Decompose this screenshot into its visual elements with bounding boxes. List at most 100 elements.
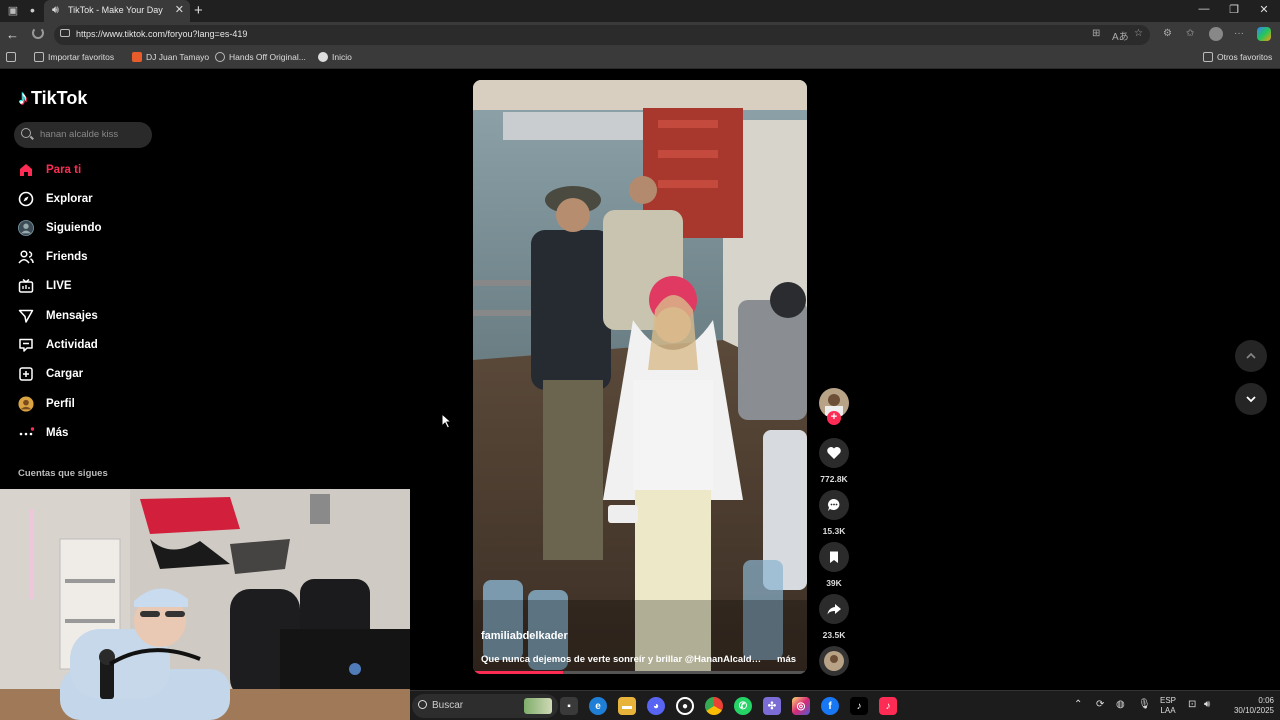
whatsapp-icon[interactable]: ✆ <box>734 697 752 715</box>
nav-live[interactable]: LIVE <box>18 276 72 296</box>
fav-dj-juan[interactable]: DJ Juan Tamayo <box>132 52 209 62</box>
video-author[interactable]: familiabdelkader <box>481 630 568 642</box>
next-video-button[interactable] <box>1235 383 1267 415</box>
video-frame <box>473 80 807 674</box>
language-indicator[interactable]: ESP LAA <box>1159 696 1177 716</box>
tool-app-icon[interactable]: ✣ <box>763 697 781 715</box>
fav-label: Importar favoritos <box>48 52 115 62</box>
tiktok-app-icon[interactable]: ♪ <box>850 697 868 715</box>
fav-label: Hands Off Original... <box>229 52 306 62</box>
sound-disc[interactable] <box>819 646 849 676</box>
following-accounts-header: Cuentas que sigues <box>18 468 108 479</box>
restore-button[interactable]: ❐ <box>1222 3 1246 16</box>
extensions-icon[interactable]: ⚙ <box>1163 28 1172 39</box>
taskbar-search[interactable]: Buscar <box>412 694 558 718</box>
tab-title: TikTok - Make Your Day <box>68 5 163 15</box>
read-aloud-icon[interactable]: Aあ <box>1112 28 1129 43</box>
nav-explorar[interactable]: Explorar <box>18 189 93 209</box>
fav-label: Otros favoritos <box>1217 52 1273 62</box>
nav-label: Más <box>46 427 69 439</box>
import-icon <box>34 52 44 62</box>
globe-icon <box>215 52 225 62</box>
nav-actividad[interactable]: Actividad <box>18 335 98 355</box>
other-favorites[interactable]: Otros favoritos <box>1203 52 1272 62</box>
address-bar-row: ← https://www.tiktok.com/foryou?lang=es-… <box>0 22 1280 48</box>
edge-icon[interactable]: e <box>589 697 607 715</box>
nav-mas[interactable]: Más <box>18 423 68 443</box>
nav-cargar[interactable]: Cargar <box>18 364 83 384</box>
volume-icon[interactable]: 🔊︎ <box>1204 699 1210 710</box>
favorites-bar: Importar favoritos DJ Juan Tamayo Hands … <box>0 48 1280 69</box>
url-field[interactable]: https://www.tiktok.com/foryou?lang=es-41… <box>54 25 1150 45</box>
search-input[interactable]: hanan alcalde kiss <box>14 122 152 148</box>
discord-icon[interactable]: ◕ <box>647 697 665 715</box>
loading-spinner-icon[interactable] <box>32 27 44 39</box>
save-button[interactable] <box>819 542 849 572</box>
profile-avatar-icon <box>18 396 34 412</box>
messages-icon <box>18 308 34 324</box>
facebook-icon[interactable]: f <box>821 697 839 715</box>
app-available-icon[interactable]: ⊞ <box>1092 28 1100 39</box>
chevron-up-icon <box>1246 352 1256 359</box>
activity-icon <box>18 337 34 353</box>
nav-label: Cargar <box>46 368 84 380</box>
clock[interactable]: 0:06 30/10/2025 <box>1224 696 1274 716</box>
browser-tab[interactable]: 🔊︎ TikTok - Make Your Day ✕ <box>44 0 190 22</box>
previous-video-button[interactable] <box>1235 340 1267 372</box>
lock-icon[interactable] <box>60 29 70 37</box>
follow-button[interactable]: + <box>827 411 841 425</box>
tab-audio-icon[interactable]: 🔊︎ <box>52 4 59 17</box>
close-window-button[interactable]: ✕ <box>1252 3 1276 16</box>
more-menu-icon[interactable]: ··· <box>1234 28 1244 39</box>
network-icon[interactable]: ⊡ <box>1188 699 1196 710</box>
fav-label: DJ Juan Tamayo <box>146 52 210 62</box>
fav-hands-off[interactable]: Hands Off Original... <box>215 52 306 62</box>
share-button[interactable] <box>819 594 849 624</box>
profile-avatar-icon[interactable] <box>1209 27 1223 41</box>
minimize-button[interactable]: — <box>1192 3 1216 15</box>
share-count: 23.5K <box>822 630 846 640</box>
video-progress-fill <box>473 671 564 674</box>
microphone-icon[interactable]: 🎙︎ <box>1138 699 1151 710</box>
tray-extension-icon[interactable]: ◍ <box>1116 699 1125 710</box>
like-count: 772.8K <box>820 474 848 484</box>
nav-friends[interactable]: Friends <box>18 247 88 267</box>
friends-icon <box>18 249 34 265</box>
nav-siguiendo[interactable]: Siguiendo <box>18 218 102 238</box>
comment-icon <box>828 499 840 511</box>
chrome-icon[interactable] <box>705 697 723 715</box>
favorite-star-icon[interactable]: ☆ <box>1134 28 1143 39</box>
search-icon <box>21 128 31 138</box>
url-text: https://www.tiktok.com/foryou?lang=es-41… <box>76 29 248 39</box>
instagram-icon[interactable]: ◎ <box>792 697 810 715</box>
tab-actions-icon[interactable]: ▣ <box>6 4 20 18</box>
nav-mensajes[interactable]: Mensajes <box>18 306 98 326</box>
nav-para-ti[interactable]: Para ti <box>18 160 81 180</box>
caption-more-link[interactable]: más <box>777 654 796 665</box>
clock-date: 30/10/2025 <box>1233 706 1274 715</box>
new-tab-button[interactable]: + <box>194 2 203 19</box>
video-player[interactable]: familiabdelkader Que nunca dejemos de ve… <box>473 80 807 674</box>
fav-inicio[interactable]: Inicio <box>318 52 352 62</box>
task-view-icon[interactable]: ▪ <box>560 697 578 715</box>
comment-button[interactable] <box>819 490 849 520</box>
tab-close-icon[interactable]: ✕ <box>175 4 184 16</box>
copilot-icon[interactable] <box>1257 27 1271 41</box>
favorites-bar-toggle-icon[interactable] <box>6 52 16 62</box>
video-caption: Que nunca dejemos de verte sonreír y bri… <box>481 654 763 665</box>
video-progress-bar[interactable] <box>473 671 807 674</box>
fav-importar[interactable]: Importar favoritos <box>34 52 114 62</box>
fav-label: Inicio <box>332 52 352 62</box>
site-icon <box>132 52 142 62</box>
tray-app-icon[interactable]: ⟳ <box>1096 699 1104 710</box>
show-hidden-icons-icon[interactable]: ⌃ <box>1074 699 1082 710</box>
file-explorer-icon[interactable]: ▬ <box>618 697 636 715</box>
tiktok-studio-icon[interactable]: ♪ <box>879 697 897 715</box>
obs-icon[interactable]: ● <box>676 697 694 715</box>
brand-name: TikTok <box>31 88 88 108</box>
favorites-icon[interactable]: ✩ <box>1186 28 1194 39</box>
like-button[interactable] <box>819 438 849 468</box>
tiktok-logo[interactable]: ♪ TikTok <box>18 87 87 110</box>
nav-perfil[interactable]: Perfil <box>18 394 75 414</box>
back-arrow-icon[interactable]: ← <box>6 27 19 42</box>
